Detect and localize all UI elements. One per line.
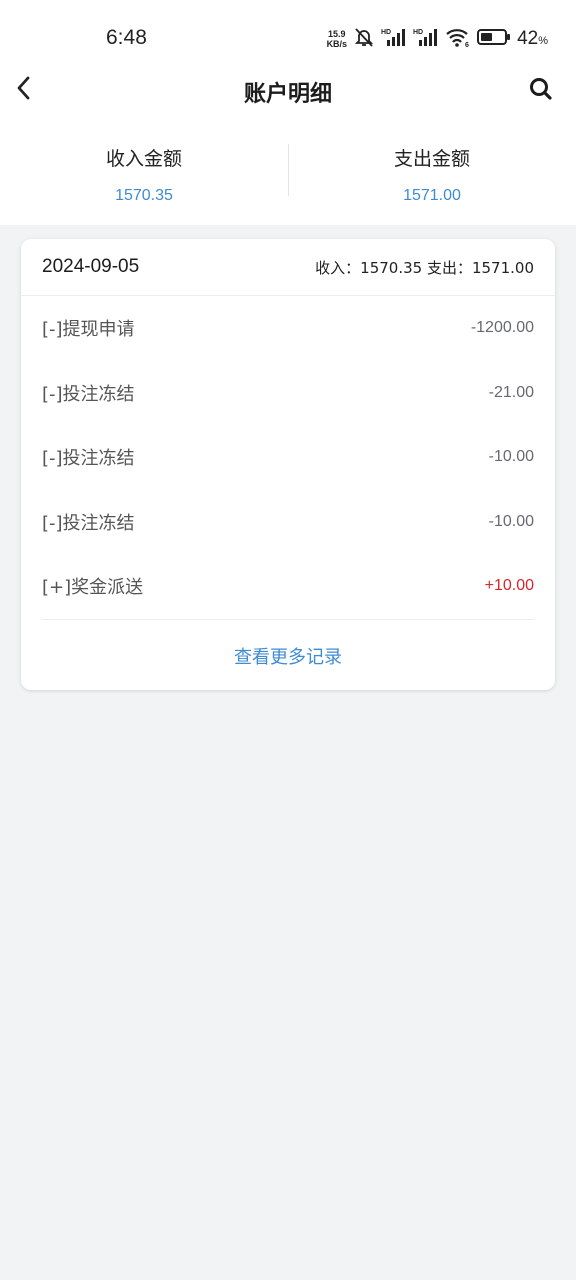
expense-value: 1571.00 <box>403 187 461 204</box>
record-row[interactable]: [-]投注冻结 -21.00 <box>42 361 534 426</box>
top-area: 6:48 15.9 KB/s HD HD 6 42% 账户明细 收入金额 157… <box>0 0 576 225</box>
svg-text:6: 6 <box>465 42 469 48</box>
search-button[interactable] <box>528 76 554 102</box>
net-speed-unit: KB/s <box>326 39 348 49</box>
record-amount: -10.00 <box>488 512 534 530</box>
record-row[interactable]: [-]提现申请 -1200.00 <box>42 296 534 361</box>
record-label: [-]提现申请 <box>42 319 135 341</box>
record-label: [+]奖金派送 <box>42 577 144 599</box>
income-label: 收入金额 <box>105 148 182 170</box>
signal-icon-2: HD <box>413 27 439 51</box>
mute-bell-icon <box>353 26 375 52</box>
record-amount: -21.00 <box>488 383 534 401</box>
status-time: 6:48 <box>106 26 147 49</box>
wifi-icon: 6 <box>445 26 471 52</box>
expense-label: 支出金额 <box>393 148 470 170</box>
net-speed: 15.9 KB/s <box>327 29 348 49</box>
search-icon <box>528 78 554 106</box>
battery-percent-unit: % <box>538 35 548 47</box>
nav-bar: 账户明细 <box>0 76 576 130</box>
record-amount: -1200.00 <box>470 319 534 337</box>
record-label: [-]投注冻结 <box>42 383 135 405</box>
record-label: [-]投注冻结 <box>42 448 135 470</box>
record-amount: -10.00 <box>488 448 534 466</box>
income-value: 1570.35 <box>115 187 173 204</box>
card-header: 2024-09-05 收入：1570.35 支出：1571.00 <box>21 239 555 296</box>
record-label: [-]投注冻结 <box>42 512 135 534</box>
battery-percent-value: 42 <box>517 28 539 49</box>
record-row[interactable]: [+]奖金派送 +10.00 <box>42 554 534 619</box>
page-title: 账户明细 <box>243 82 332 107</box>
battery-percent: 42% <box>517 28 548 50</box>
record-row[interactable]: [-]投注冻结 -10.00 <box>42 490 534 555</box>
record-row[interactable]: [-]投注冻结 -10.00 <box>42 425 534 490</box>
svg-text:HD: HD <box>413 29 423 36</box>
svg-text:HD: HD <box>381 29 391 36</box>
status-icons: 15.9 KB/s HD HD 6 42% <box>327 26 548 52</box>
view-more-records-link[interactable]: 查看更多记录 <box>21 620 555 692</box>
record-list: [-]提现申请 -1200.00 [-]投注冻结 -21.00 [-]投注冻结 … <box>21 296 555 619</box>
status-bar: 6:48 15.9 KB/s HD HD 6 42% <box>0 0 576 80</box>
expense-summary: 支出金额 1571.00 <box>288 130 576 225</box>
day-record-card: 2024-09-05 收入：1570.35 支出：1571.00 [-]提现申请… <box>21 239 555 690</box>
signal-icon-1: HD <box>381 27 407 51</box>
net-speed-value: 15.9 <box>328 29 346 39</box>
day-totals: 收入：1570.35 支出：1571.00 <box>315 258 534 277</box>
summary: 收入金额 1570.35 支出金额 1571.00 <box>0 130 576 225</box>
summary-divider <box>288 144 289 196</box>
income-summary: 收入金额 1570.35 <box>0 130 288 225</box>
battery-icon <box>477 27 511 51</box>
record-date: 2024-09-05 <box>42 256 140 277</box>
record-amount: +10.00 <box>484 577 534 595</box>
